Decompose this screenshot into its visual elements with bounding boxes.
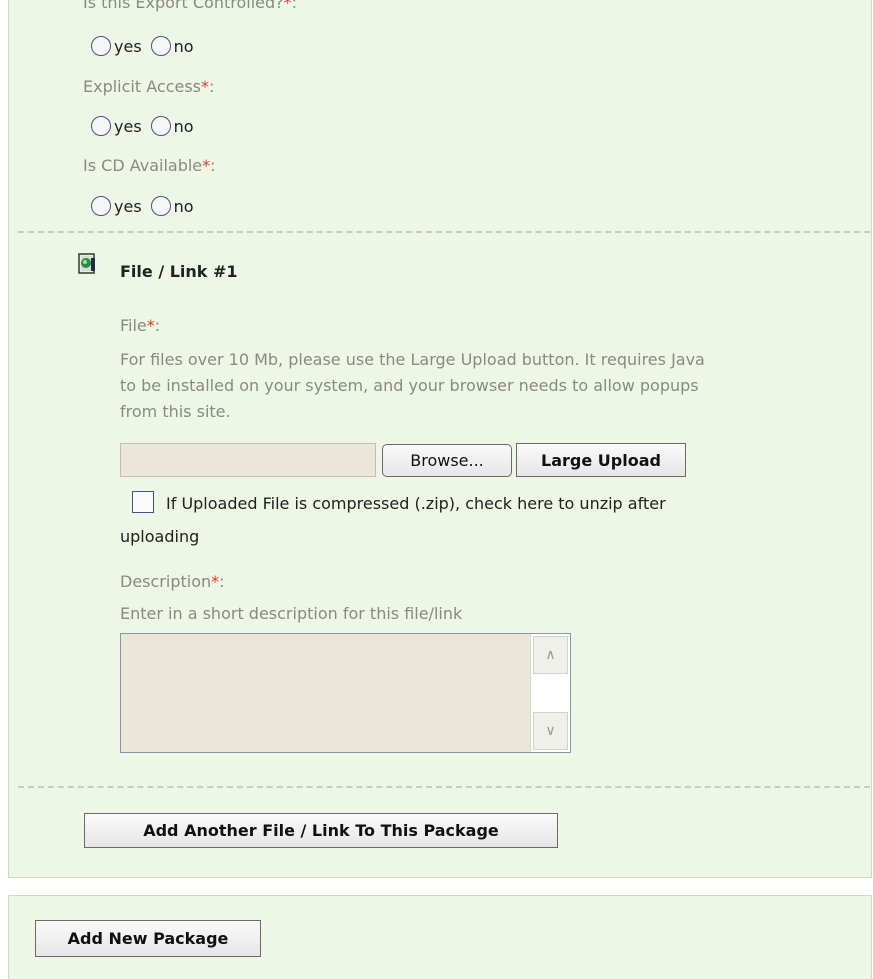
explicit-access-yes-radio[interactable]: [91, 116, 111, 136]
file-label: File*:: [120, 316, 160, 335]
cd-available-label: Is CD Available*:: [83, 156, 216, 175]
label-colon: :: [209, 77, 215, 96]
file-help-line: from this site.: [120, 402, 231, 421]
cd-available-text: Is CD Available: [83, 156, 203, 175]
label-colon: :: [210, 156, 216, 175]
description-scrollbar[interactable]: ∧ ∨: [530, 634, 570, 752]
required-mark: *: [211, 572, 220, 591]
no-label: no: [173, 36, 194, 56]
section-divider: [18, 231, 870, 233]
description-label-text: Description: [120, 572, 212, 591]
export-controlled-no-radio[interactable]: [150, 36, 171, 56]
unzip-label-line2: uploading: [120, 527, 200, 546]
export-controlled-text: Is this Export Controlled?: [83, 0, 284, 12]
file-help-line: to be installed on your system, and your…: [120, 376, 699, 395]
file-help-line: For files over 10 Mb, please use the Lar…: [120, 350, 705, 369]
unzip-checkbox[interactable]: [132, 491, 154, 513]
explicit-access-text: Explicit Access: [83, 77, 201, 96]
chevron-up-icon[interactable]: ∧: [533, 636, 568, 674]
explicit-access-no-radio[interactable]: [150, 116, 171, 136]
file-help-text: For files over 10 Mb, please use the Lar…: [120, 347, 705, 425]
unzip-label-line1: If Uploaded File is compressed (.zip), c…: [166, 494, 666, 513]
export-controlled-yes-radio[interactable]: [91, 36, 111, 56]
required-mark: *: [283, 0, 292, 12]
description-textarea[interactable]: ∧ ∨: [120, 633, 571, 753]
cd-available-yes-radio[interactable]: [91, 196, 111, 216]
chevron-down-icon[interactable]: ∨: [533, 712, 568, 750]
yes-label: yes: [114, 36, 142, 56]
label-colon: :: [219, 572, 225, 591]
description-help-text: Enter in a short description for this fi…: [120, 604, 463, 623]
add-another-file-button[interactable]: Add Another File / Link To This Package: [84, 813, 558, 848]
label-colon: :: [291, 0, 298, 12]
explicit-access-radio-group: yes no: [91, 114, 203, 138]
file-section-title: File / Link #1: [120, 262, 238, 281]
file-link-icon: [78, 253, 95, 274]
export-controlled-label: Is this Export Controlled?*:: [83, 0, 297, 12]
export-controlled-radio-group: yes no: [91, 34, 203, 58]
required-mark: *: [202, 156, 211, 175]
description-label: Description*:: [120, 572, 225, 591]
no-label: no: [173, 116, 194, 136]
yes-label: yes: [114, 116, 142, 136]
required-mark: *: [146, 316, 155, 335]
file-label-text: File: [120, 316, 147, 335]
label-colon: :: [154, 316, 161, 335]
add-new-package-button[interactable]: Add New Package: [35, 920, 261, 957]
no-label: no: [173, 196, 194, 216]
yes-label: yes: [114, 196, 142, 216]
file-path-input[interactable]: [120, 443, 376, 477]
cd-available-radio-group: yes no: [91, 194, 203, 218]
explicit-access-label: Explicit Access*:: [83, 77, 214, 96]
required-mark: *: [201, 77, 209, 96]
section-divider: [18, 786, 870, 788]
large-upload-button[interactable]: Large Upload: [516, 443, 686, 477]
browse-button[interactable]: Browse...: [382, 444, 512, 477]
cd-available-no-radio[interactable]: [150, 196, 171, 216]
